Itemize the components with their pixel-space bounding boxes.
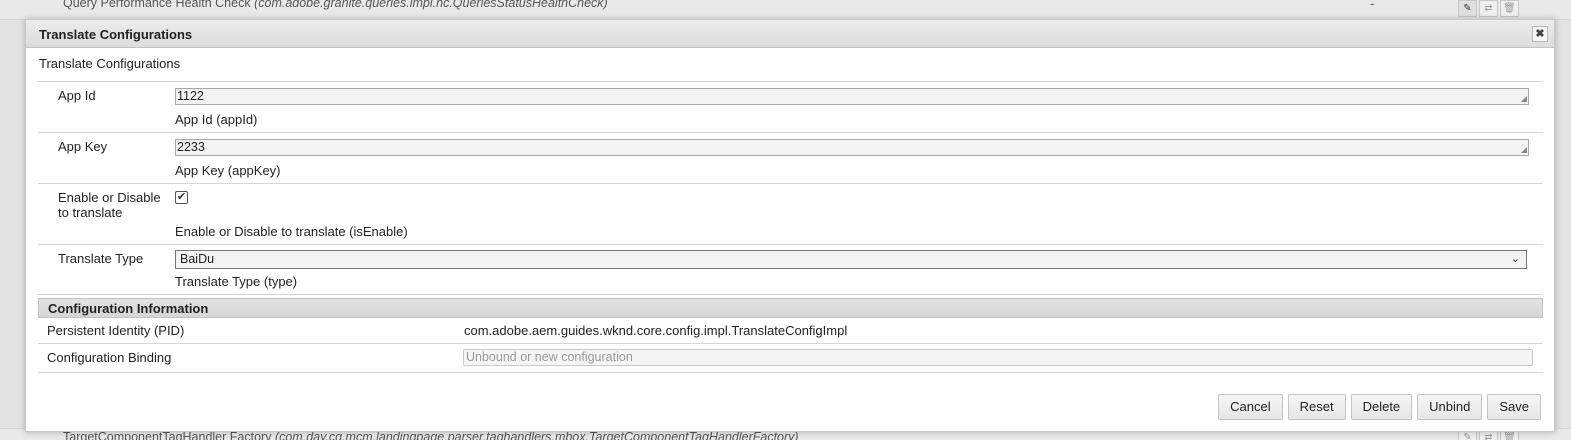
type-label: Translate Type <box>58 251 144 266</box>
chevron-down-icon: ⌄ <box>1510 253 1520 265</box>
app-key-description: App Key (appKey) <box>175 163 281 178</box>
dialog-button-bar: Cancel Reset Delete Unbind Save <box>1218 394 1541 420</box>
app-id-description: App Id (appId) <box>175 112 258 127</box>
dialog-titlebar[interactable]: Translate Configurations ✖ <box>26 20 1554 48</box>
close-icon[interactable]: ✖ <box>1532 26 1548 42</box>
config-binding-row: Configuration Binding Unbound or new con… <box>38 345 1543 373</box>
unbind-icon[interactable]: ⇄ <box>1479 0 1498 17</box>
field-row-app-key: App Key 2233 ◢ App Key (appKey) <box>38 132 1543 183</box>
type-select[interactable]: BaiDu ⌄ <box>175 250 1527 269</box>
field-row-is-enable: Enable or Disable to translate ✔ Enable … <box>38 183 1543 244</box>
delete-button[interactable]: Delete <box>1350 394 1413 420</box>
app-id-value: 1122 <box>177 89 204 103</box>
unbind-button[interactable]: Unbind <box>1417 394 1483 420</box>
field-row-type: Translate Type BaiDu ⌄ Translate Type (ty… <box>38 244 1543 295</box>
resize-grip-icon[interactable]: ◢ <box>1521 95 1527 103</box>
reset-button[interactable]: Reset <box>1287 394 1346 420</box>
background-row-actions: ✎ ⇄ 🗑 <box>1458 0 1519 17</box>
field-row-app-id: App Id 1122 ◢ App Id (appId) <box>38 81 1543 132</box>
background-config-row: Query Performance Health Check (com.adob… <box>0 0 1571 20</box>
config-form: App Id 1122 ◢ App Id (appId) App Key 2233… <box>38 81 1543 295</box>
config-pid-row: Persistent Identity (PID) com.adobe.aem.… <box>38 318 1543 344</box>
is-enable-checkbox[interactable]: ✔ <box>175 191 188 204</box>
is-enable-description: Enable or Disable to translate (isEnable… <box>175 224 408 239</box>
binding-field[interactable]: Unbound or new configuration <box>463 349 1533 366</box>
pid-value: com.adobe.aem.guides.wknd.core.config.im… <box>464 323 848 338</box>
trash-icon[interactable]: 🗑 <box>1500 0 1519 17</box>
config-info-header: Configuration Information <box>38 298 1543 318</box>
type-selected-value: BaiDu <box>180 252 215 266</box>
app-key-value: 2233 <box>177 140 205 154</box>
is-enable-label: Enable or Disable to translate <box>58 190 161 220</box>
save-button[interactable]: Save <box>1487 394 1541 420</box>
app-key-label: App Key <box>58 139 108 154</box>
background-row-status: - <box>1370 0 1375 11</box>
resize-grip-icon[interactable]: ◢ <box>1521 146 1527 154</box>
app-id-label: App Id <box>58 88 96 103</box>
app-id-input[interactable]: 1122 ◢ <box>175 88 1529 105</box>
background-row-name: Query Performance Health Check <box>63 0 251 10</box>
app-key-input[interactable]: 2233 ◢ <box>175 139 1529 156</box>
dialog-title: Translate Configurations <box>39 27 193 42</box>
background-row-pid: (com.adobe.granite.queries.impl.hc.Queri… <box>254 0 608 10</box>
type-description: Translate Type (type) <box>175 274 298 289</box>
background-row-text: Query Performance Health Check (com.adob… <box>63 0 608 10</box>
pid-label: Persistent Identity (PID) <box>47 323 185 338</box>
binding-label: Configuration Binding <box>47 350 172 365</box>
edit-icon[interactable]: ✎ <box>1458 0 1477 17</box>
cancel-button[interactable]: Cancel <box>1218 394 1283 420</box>
dialog-subtitle: Translate Configurations <box>39 56 181 71</box>
translate-config-dialog: Translate Configurations ✖ Translate Con… <box>25 19 1555 432</box>
